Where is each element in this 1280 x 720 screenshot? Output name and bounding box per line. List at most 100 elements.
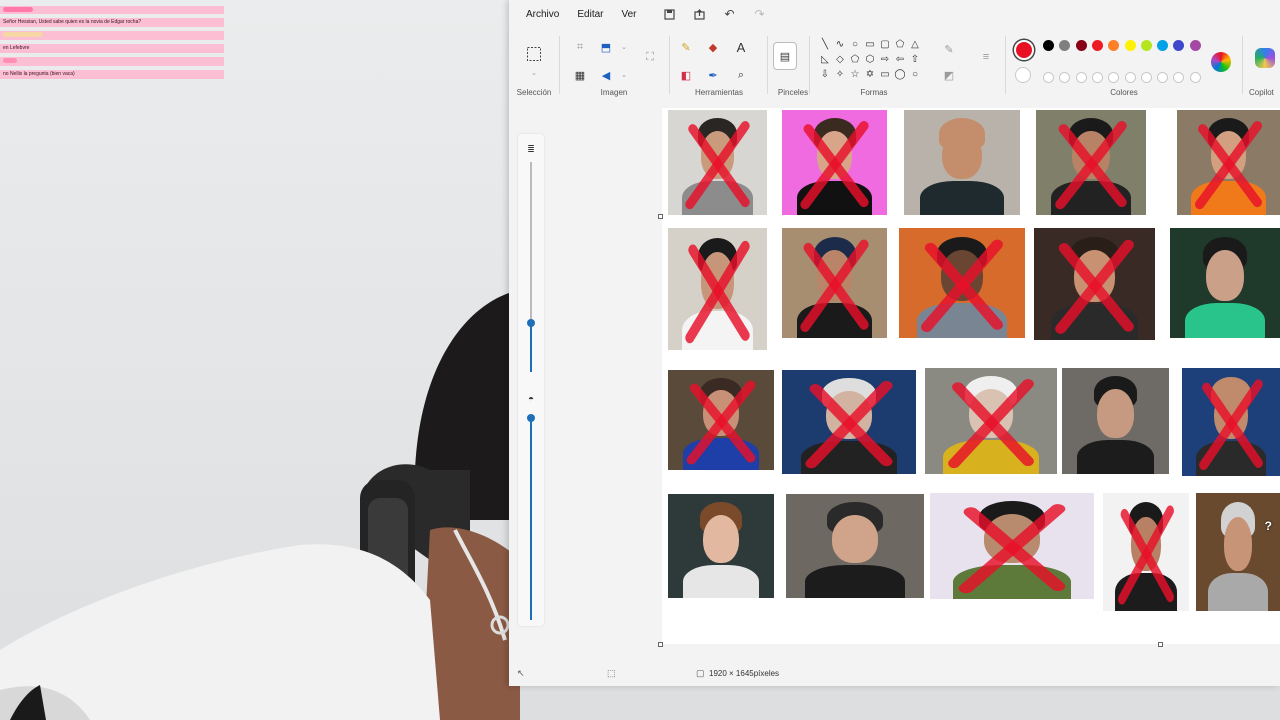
person-face bbox=[940, 250, 984, 301]
menu-archivo[interactable]: Archivo bbox=[518, 5, 567, 24]
person-torso bbox=[1050, 304, 1139, 340]
custom-color-swatch[interactable] bbox=[1075, 72, 1087, 83]
star-four-icon[interactable]: ✧ bbox=[834, 68, 846, 80]
oval-icon[interactable]: ○ bbox=[849, 38, 861, 50]
save-icon[interactable] bbox=[655, 3, 685, 25]
canvas-resize-handle[interactable] bbox=[658, 214, 663, 219]
person-torso bbox=[682, 438, 760, 470]
right-triangle-icon[interactable]: ◺ bbox=[819, 53, 831, 65]
star-six-icon[interactable]: ✡ bbox=[864, 68, 876, 80]
resize-icon[interactable]: ⬒ bbox=[597, 38, 615, 56]
arrow-down-icon[interactable]: ⇩ bbox=[819, 68, 831, 80]
color-swatch[interactable] bbox=[1075, 40, 1087, 51]
callout-rect-icon[interactable]: ▭ bbox=[879, 68, 891, 80]
color-swatch[interactable] bbox=[1140, 40, 1152, 51]
line-icon[interactable]: ╲ bbox=[819, 38, 831, 50]
group-label: Formas bbox=[860, 88, 888, 97]
share-icon[interactable] bbox=[685, 3, 715, 25]
pentagon-icon[interactable]: ⬠ bbox=[849, 53, 861, 65]
size-slider-track[interactable] bbox=[530, 162, 532, 322]
person-torso bbox=[1051, 181, 1131, 215]
color-wheel-icon[interactable] bbox=[1211, 52, 1231, 72]
fill-bucket-icon[interactable]: ◆ bbox=[704, 38, 722, 56]
canvas-resize-handle[interactable] bbox=[1158, 642, 1163, 647]
triangle-icon[interactable]: △ bbox=[909, 38, 921, 50]
custom-color-swatch[interactable] bbox=[1189, 72, 1201, 83]
chevron-down-icon[interactable]: ⌄ bbox=[615, 38, 633, 56]
custom-color-swatch[interactable] bbox=[1173, 72, 1185, 83]
secondary-color-swatch[interactable] bbox=[1015, 67, 1031, 83]
chevron-down-icon[interactable]: ⌄ bbox=[615, 66, 633, 84]
person-face bbox=[1223, 516, 1253, 571]
callout-oval-icon[interactable]: ◯ bbox=[894, 68, 906, 80]
eraser-icon[interactable]: ◧ bbox=[677, 66, 695, 84]
remove-background-icon[interactable]: ▦ bbox=[571, 66, 589, 84]
custom-color-swatch[interactable] bbox=[1140, 72, 1152, 83]
menu-ver[interactable]: Ver bbox=[613, 5, 644, 24]
color-picker-icon[interactable]: ✒ bbox=[704, 66, 722, 84]
custom-color-swatch[interactable] bbox=[1108, 72, 1120, 83]
text-icon[interactable]: A bbox=[732, 38, 750, 56]
size-slider-thumb[interactable] bbox=[527, 319, 535, 327]
image-select-icon[interactable]: ⛶ bbox=[641, 48, 659, 66]
menu-editar[interactable]: Editar bbox=[569, 5, 611, 24]
pencil-icon[interactable]: ✎ bbox=[677, 38, 695, 56]
canvas-resize-handle[interactable] bbox=[658, 642, 663, 647]
hexagon-icon[interactable]: ⬡ bbox=[864, 53, 876, 65]
arrow-right-icon[interactable]: ⇨ bbox=[879, 53, 891, 65]
divider bbox=[809, 36, 810, 94]
chat-username-badge bbox=[3, 7, 33, 13]
custom-color-swatch[interactable] bbox=[1043, 72, 1054, 83]
group-label: Colores bbox=[1110, 88, 1138, 97]
custom-color-swatch[interactable] bbox=[1091, 72, 1103, 83]
color-swatch[interactable] bbox=[1173, 40, 1185, 51]
question-mark-badge: ? bbox=[1264, 519, 1272, 533]
active-color-swatch[interactable] bbox=[1014, 40, 1034, 60]
arrow-left-icon[interactable]: ⇦ bbox=[894, 53, 906, 65]
magnifier-icon[interactable]: ⌕ bbox=[732, 66, 750, 84]
person-face bbox=[826, 390, 872, 439]
undo-icon[interactable]: ↶ bbox=[715, 3, 745, 25]
custom-color-swatch[interactable] bbox=[1157, 72, 1169, 83]
chat-message-text: en Lefebvre bbox=[3, 45, 30, 51]
divider bbox=[559, 36, 560, 94]
shape-size-icon[interactable]: ≡ bbox=[977, 48, 995, 66]
person-torso bbox=[796, 302, 873, 338]
color-swatch[interactable] bbox=[1108, 40, 1120, 51]
group-label: Imagen bbox=[600, 88, 628, 97]
color-swatch[interactable] bbox=[1059, 40, 1071, 51]
person-face bbox=[1214, 389, 1248, 440]
color-swatch[interactable] bbox=[1124, 40, 1136, 51]
custom-color-swatch[interactable] bbox=[1059, 72, 1071, 83]
streamer-webcam bbox=[0, 290, 520, 720]
crop-icon[interactable]: ⌗ bbox=[571, 38, 589, 56]
star-five-icon[interactable]: ☆ bbox=[849, 68, 861, 80]
polygon-icon[interactable]: ⬠ bbox=[894, 38, 906, 50]
drawing-canvas[interactable]: ? bbox=[658, 108, 1280, 647]
brush-icon[interactable]: ▤ bbox=[773, 42, 797, 70]
arrow-up-icon[interactable]: ⇧ bbox=[909, 53, 921, 65]
select-rectangle-icon[interactable] bbox=[524, 44, 544, 64]
color-swatch[interactable] bbox=[1189, 40, 1201, 51]
redo-icon[interactable]: ↷ bbox=[745, 3, 775, 25]
rounded-rectangle-icon[interactable]: ▢ bbox=[879, 38, 891, 50]
color-swatch[interactable] bbox=[1091, 40, 1103, 51]
group-colores: Colores bbox=[1009, 32, 1239, 100]
participant-photo bbox=[782, 110, 887, 215]
participant-photo bbox=[904, 110, 1020, 215]
fill-icon[interactable]: ◩ bbox=[940, 66, 958, 84]
chat-message bbox=[0, 57, 224, 66]
copilot-icon[interactable] bbox=[1255, 48, 1275, 68]
chat-username-badge bbox=[3, 58, 17, 64]
group-label: Herramientas bbox=[694, 88, 743, 97]
color-swatch[interactable] bbox=[1157, 40, 1169, 51]
curve-icon[interactable]: ∿ bbox=[834, 38, 846, 50]
diamond-icon[interactable]: ◇ bbox=[834, 53, 846, 65]
color-swatch[interactable] bbox=[1043, 40, 1054, 51]
outline-icon[interactable]: ✎ bbox=[940, 40, 958, 58]
chevron-down-icon[interactable]: ⌄ bbox=[525, 64, 543, 82]
rectangle-icon[interactable]: ▭ bbox=[864, 38, 876, 50]
custom-color-swatch[interactable] bbox=[1124, 72, 1136, 83]
callout-cloud-icon[interactable]: ○ bbox=[909, 68, 921, 80]
rotate-icon[interactable]: ◀ bbox=[597, 66, 615, 84]
